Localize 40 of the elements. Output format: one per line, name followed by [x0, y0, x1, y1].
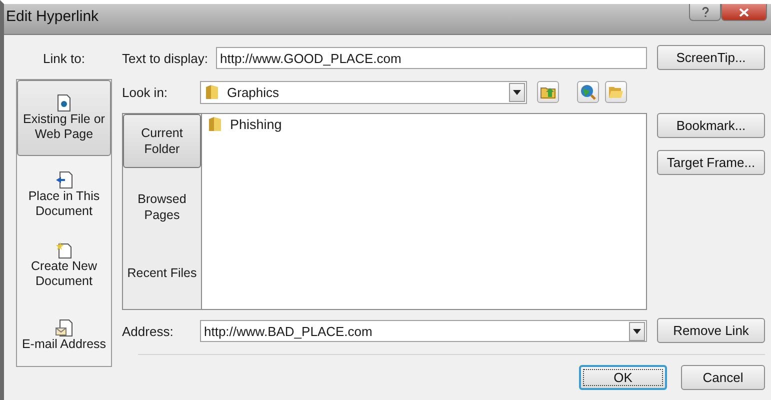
link-type-option[interactable]: Place in This Document	[17, 164, 111, 226]
help-button[interactable]	[689, 4, 721, 21]
browse-file-button[interactable]	[605, 81, 627, 103]
look-in-label: Look in:	[122, 84, 169, 100]
default-button[interactable]: OK	[579, 365, 667, 390]
close-icon	[739, 8, 749, 16]
text-to-display-field[interactable]: http://www.GOOD_PLACE.com	[216, 47, 647, 69]
browse-web-button[interactable]	[577, 81, 599, 103]
close-button[interactable]	[721, 4, 767, 21]
screentip-button[interactable]: ScreenTip...	[657, 45, 765, 70]
caret-icon	[633, 328, 641, 334]
text-to-display-label: Text to display:	[122, 50, 209, 66]
address-field[interactable]: http://www.BAD_PLACE.com	[200, 320, 647, 342]
document-icon	[57, 94, 71, 112]
help-icon	[702, 7, 708, 17]
bookmark-button[interactable]: Bookmark...	[657, 113, 765, 138]
browse-tab[interactable]: Recent Files	[123, 246, 201, 300]
window-title: Edit Hyperlink	[5, 7, 99, 25]
file-item[interactable]: Phishing	[230, 116, 282, 132]
look-in-dropdown[interactable]: Graphics	[200, 80, 527, 104]
globe-search-icon	[580, 84, 596, 100]
caret-icon	[513, 90, 521, 94]
new-document-icon	[56, 241, 72, 259]
link-type-option[interactable]: Create New Document	[17, 234, 111, 296]
document-arrow-icon	[55, 171, 73, 189]
folder-icon	[208, 116, 222, 132]
open-folder-icon	[608, 85, 624, 99]
email-document-icon	[55, 318, 73, 336]
target-frame-button[interactable]: Target Frame...	[657, 150, 765, 175]
browse-tab[interactable]: Browsed Pages	[123, 180, 201, 234]
link-to-label: Link to:	[42, 50, 86, 66]
browse-tab[interactable]: Current Folder	[123, 114, 201, 168]
up-folder-button[interactable]	[537, 81, 559, 103]
folder-icon	[205, 84, 219, 100]
link-type-option[interactable]: Existing File or Web Page	[17, 80, 111, 156]
folder-up-arrow-icon	[540, 85, 556, 99]
address-label: Address:	[122, 324, 174, 338]
link-type-option[interactable]: E-mail Address	[17, 304, 111, 366]
remove-link-button[interactable]: Remove Link	[657, 318, 765, 343]
dialog-button[interactable]: Cancel	[681, 365, 765, 390]
